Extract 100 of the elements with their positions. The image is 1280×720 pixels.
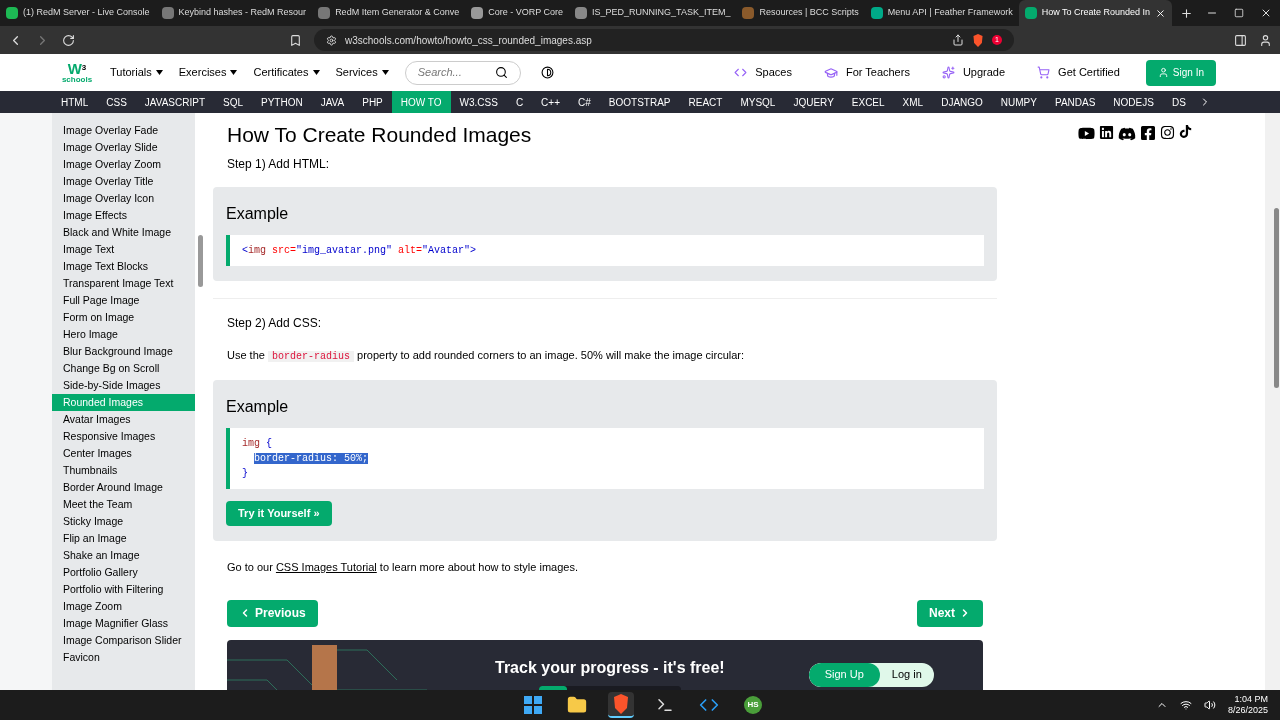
- sidebar-link[interactable]: Image Overlay Zoom: [52, 156, 195, 173]
- sidebar-icon[interactable]: [1234, 33, 1247, 47]
- sidebar-link[interactable]: Form on Image: [52, 309, 195, 326]
- close-icon[interactable]: [1260, 7, 1272, 19]
- sidebar-link[interactable]: Hero Image: [52, 326, 195, 343]
- topnav-link[interactable]: REACT: [679, 91, 732, 113]
- sidebar-link[interactable]: Image Comparison Slider: [52, 632, 195, 649]
- sidebar-link[interactable]: Portfolio with Filtering: [52, 581, 195, 598]
- topnav-link[interactable]: JAVASCRIPT: [135, 91, 214, 113]
- sidebar-link[interactable]: Image Overlay Icon: [52, 190, 195, 207]
- sidebar-link[interactable]: Image Overlay Title: [52, 173, 195, 190]
- sidebar-link[interactable]: Image Effects: [52, 207, 195, 224]
- topnav-link[interactable]: BOOTSTRAP: [599, 91, 680, 113]
- profile-icon[interactable]: [1259, 33, 1272, 47]
- sidebar-link[interactable]: Thumbnails: [52, 462, 195, 479]
- topnav-link[interactable]: SQL: [214, 91, 252, 113]
- sidebar-link[interactable]: Transparent Image Text: [52, 275, 195, 292]
- browser-tab[interactable]: Keybind hashes - RedM Resour: [155, 0, 313, 26]
- sidebar-link[interactable]: Image Overlay Fade: [52, 122, 195, 139]
- discord-icon[interactable]: [1118, 125, 1136, 143]
- topnav-link[interactable]: PHP: [353, 91, 392, 113]
- sidebar-link[interactable]: Image Overlay Slide: [52, 139, 195, 156]
- topnav-link[interactable]: NUMPY: [991, 91, 1046, 113]
- topnav-link[interactable]: JQUERY: [784, 91, 843, 113]
- nav-menu[interactable]: Services: [335, 64, 389, 81]
- topnav-link[interactable]: C: [506, 91, 533, 113]
- sidebar-link[interactable]: Portfolio Gallery: [52, 564, 195, 581]
- topnav-link[interactable]: HTML: [52, 91, 98, 113]
- browser-tab[interactable]: Resources | BCC Scripts: [736, 0, 865, 26]
- volume-icon[interactable]: [1203, 699, 1216, 711]
- contrast-icon[interactable]: [540, 66, 554, 79]
- nav-menu[interactable]: Tutorials: [110, 64, 163, 81]
- code-token: border-radius: 50%;: [254, 453, 369, 464]
- logo[interactable]: W$^{3}$ schools: [64, 61, 90, 84]
- topnav-link[interactable]: C#: [569, 91, 600, 113]
- sidebar-link[interactable]: Flip an Image: [52, 530, 195, 547]
- nav-menu[interactable]: Certificates: [253, 64, 320, 81]
- nav-menu[interactable]: Exercises: [178, 64, 238, 81]
- sidebar-link[interactable]: Image Text: [52, 241, 195, 258]
- topnav-link[interactable]: DS: [1162, 91, 1195, 113]
- maximize-icon[interactable]: [1234, 8, 1244, 18]
- sidebar-link[interactable]: Image Zoom: [52, 598, 195, 615]
- log-in-button[interactable]: Log in: [879, 662, 934, 687]
- sidebar-link[interactable]: Center Images: [52, 445, 195, 462]
- header-link[interactable]: For Teachers: [823, 64, 910, 81]
- topnav-link[interactable]: W3.CSS: [450, 91, 507, 113]
- code-token: "img_avatar.png": [296, 245, 393, 256]
- topnav-link[interactable]: NODEJS: [1104, 91, 1163, 113]
- youtube-icon[interactable]: [1078, 125, 1095, 142]
- instagram-icon[interactable]: [1160, 125, 1175, 140]
- header-link[interactable]: Spaces: [734, 64, 792, 81]
- sidebar-link[interactable]: Change Bg on Scroll: [52, 360, 195, 377]
- bookmark-icon[interactable]: [289, 33, 302, 47]
- browser-tab[interactable]: How To Create Rounded In: [1018, 0, 1173, 26]
- browser-tab[interactable]: Core - VORP Core: [465, 0, 570, 26]
- sidebar-link[interactable]: Border Around Image: [52, 479, 195, 496]
- lion-shield-icon[interactable]: [972, 33, 985, 47]
- topnav-link[interactable]: MYSQL: [731, 91, 785, 113]
- browser-tab[interactable]: IS_PED_RUNNING_TASK_ITEM_: [569, 0, 737, 26]
- topnav-link[interactable]: JAVA: [311, 91, 354, 113]
- sidebar-link[interactable]: Favicon: [52, 649, 195, 666]
- tutorial-link[interactable]: CSS Images Tutorial: [275, 561, 377, 573]
- search-icon[interactable]: [494, 66, 508, 79]
- tiktok-icon[interactable]: [1179, 125, 1192, 138]
- scrollbar-thumb[interactable]: [1273, 208, 1279, 388]
- wifi-icon[interactable]: [1179, 699, 1192, 711]
- sidebar-link[interactable]: Avatar Images: [52, 411, 195, 428]
- topnav-link[interactable]: DJANGO: [932, 91, 992, 113]
- sidebar-link[interactable]: Side-by-Side Images: [52, 377, 195, 394]
- sidebar-link[interactable]: Shake an Image: [52, 547, 195, 564]
- topnav-link[interactable]: PANDAS: [1045, 91, 1105, 113]
- sparkle-icon: [941, 66, 955, 79]
- topnav-link[interactable]: XML: [893, 91, 933, 113]
- sidebar-link[interactable]: Image Text Blocks: [52, 258, 195, 275]
- share-icon[interactable]: [952, 34, 965, 46]
- browser-tab[interactable]: RedM Item Generator & Conve: [312, 0, 466, 26]
- topnav-link[interactable]: PYTHON: [252, 91, 312, 113]
- scrollbar-thumb[interactable]: [197, 235, 203, 287]
- browser-tab[interactable]: Menu API | Feather Framework: [864, 0, 1019, 26]
- header-link[interactable]: Upgrade: [941, 64, 1006, 81]
- reload-icon[interactable]: [62, 33, 75, 47]
- topnav-link[interactable]: C++: [532, 91, 569, 113]
- step-text: Step 1) Add HTML:: [227, 156, 331, 173]
- sidebar-link[interactable]: Black and White Image: [52, 224, 195, 241]
- linkedin-icon[interactable]: [1099, 125, 1114, 140]
- facebook-icon[interactable]: [1140, 125, 1156, 141]
- sidebar-link[interactable]: Blur Background Image: [52, 343, 195, 360]
- close-icon[interactable]: [1155, 7, 1167, 19]
- topnav-link[interactable]: CSS: [97, 91, 136, 113]
- sidebar-link[interactable]: Full Page Image: [52, 292, 195, 309]
- cart-icon: [1037, 66, 1051, 79]
- sidebar-link[interactable]: Meet the Team: [52, 496, 195, 513]
- sidebar-link[interactable]: Sticky Image: [52, 513, 195, 530]
- sidebar-link[interactable]: Image Magnifier Glass: [52, 615, 195, 632]
- header-link[interactable]: Get Certified: [1037, 64, 1120, 81]
- browser-tab[interactable]: (1) RedM Server - Live Console: [0, 0, 156, 26]
- site-icon: [161, 7, 174, 19]
- topnav-link[interactable]: EXCEL: [842, 91, 894, 113]
- new-tab-icon[interactable]: [1180, 6, 1194, 20]
- sidebar-link[interactable]: Responsive Images: [52, 428, 195, 445]
